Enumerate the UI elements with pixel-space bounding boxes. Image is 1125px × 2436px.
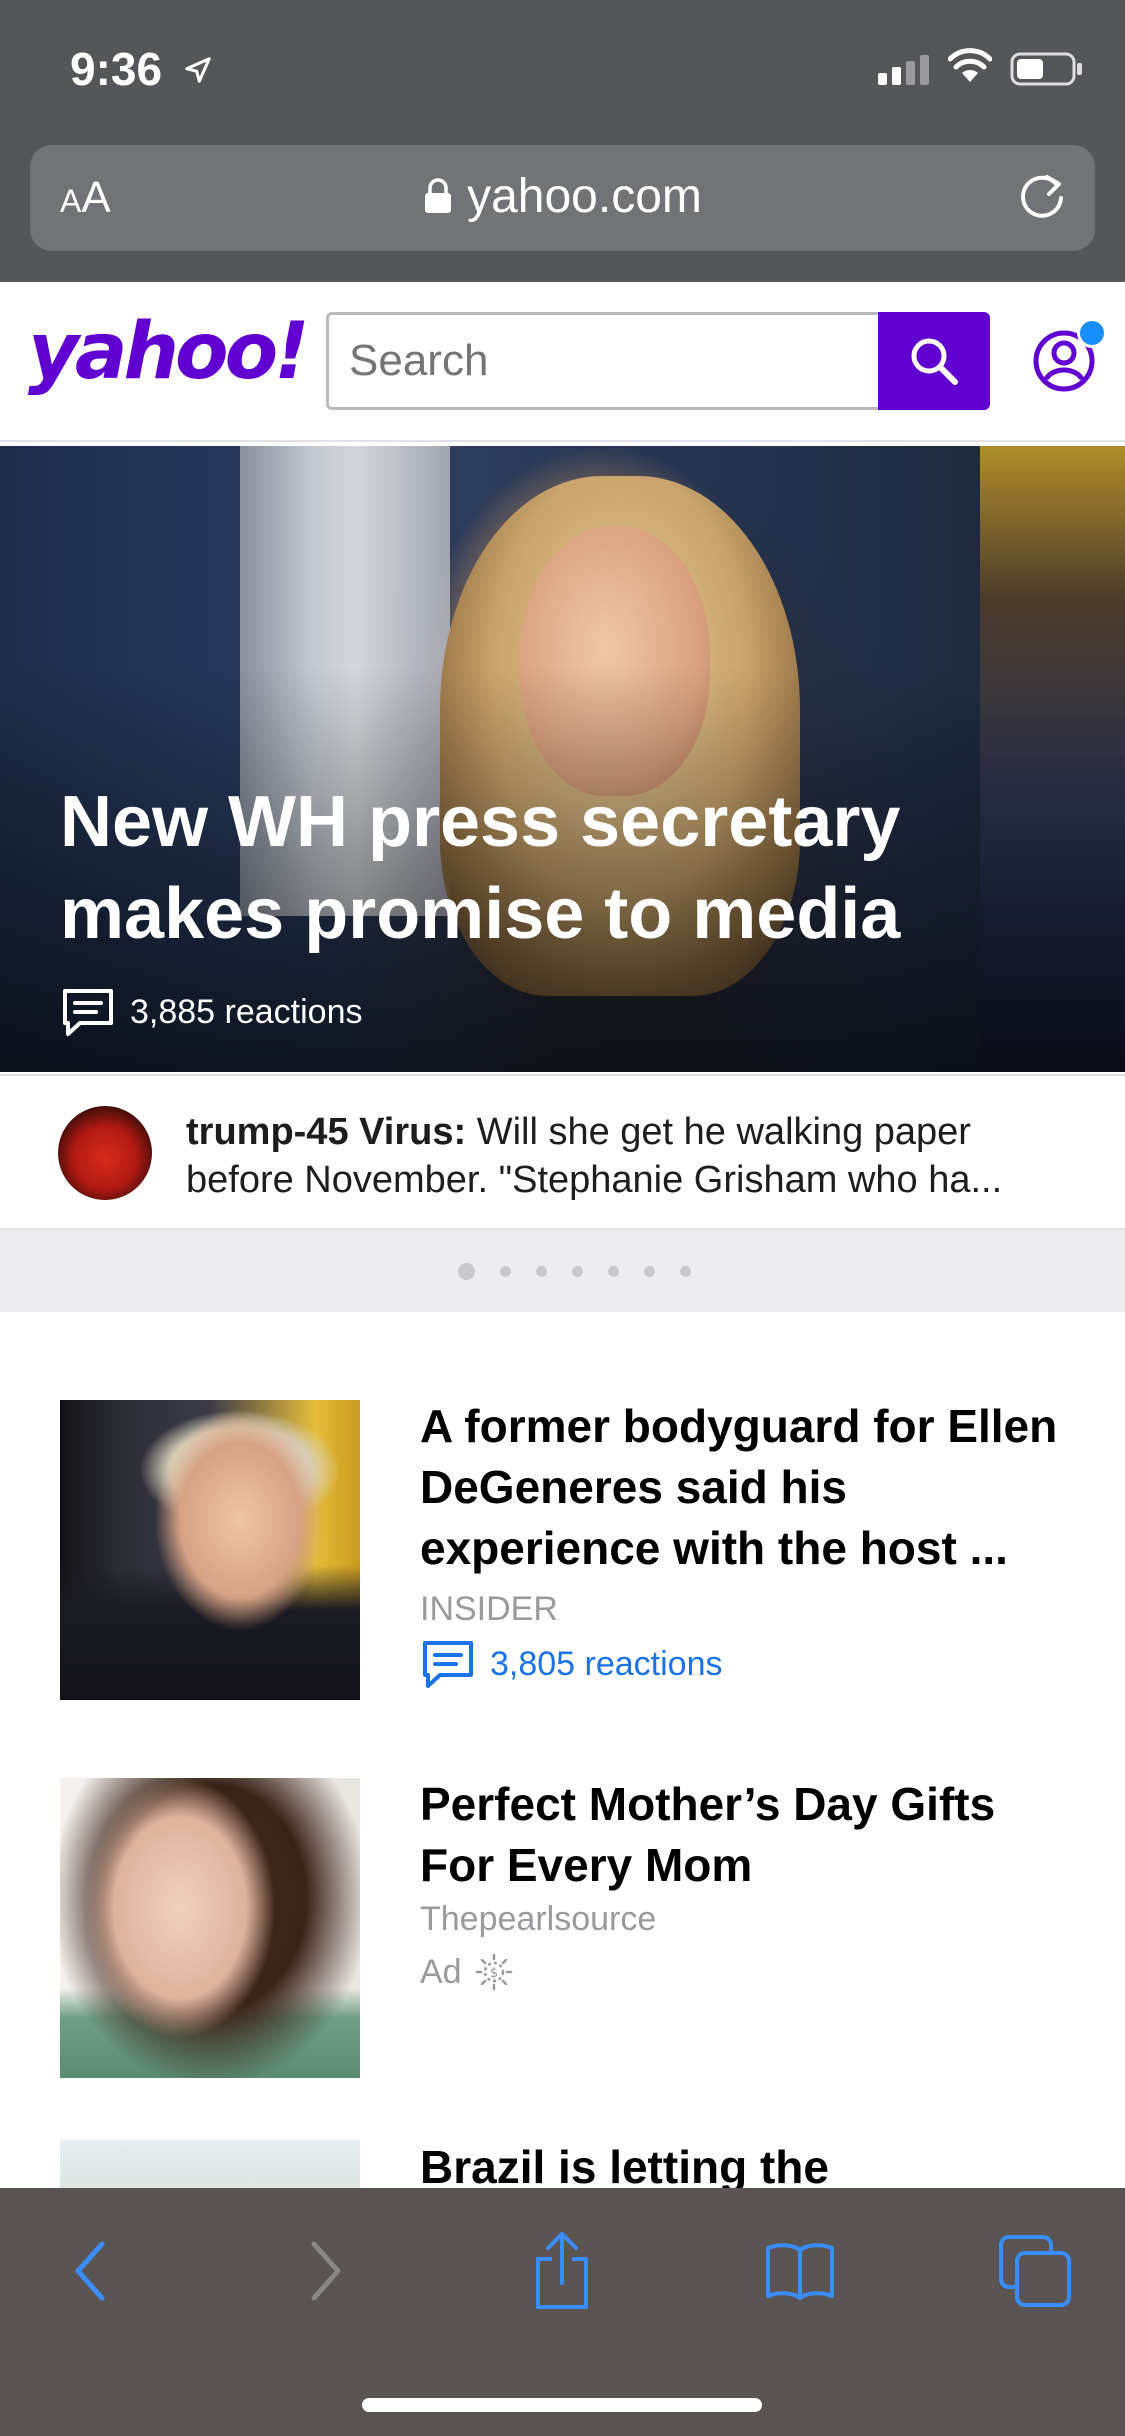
back-icon — [75, 2241, 105, 2301]
carousel-dot[interactable] — [644, 1266, 655, 1277]
yahoo-logo[interactable]: yahoo! — [28, 307, 310, 397]
clock: 9:36 — [70, 43, 163, 95]
ad-label: Ad — [420, 1952, 462, 1991]
notification-badge — [1077, 318, 1107, 348]
forward-icon — [311, 2241, 341, 2301]
carousel-dots — [458, 1263, 716, 1280]
carousel-dot[interactable] — [680, 1266, 691, 1277]
bookmarks-button[interactable] — [755, 2226, 845, 2316]
ad-source: Thepearlsource — [420, 1900, 657, 1938]
status-bar: 9:36 — [0, 0, 1125, 135]
ad-label-row: Ad $ — [420, 1952, 514, 1992]
commenter-avatar — [58, 1106, 152, 1200]
story-item[interactable]: A former bodyguard for Ellen DeGeneres s… — [0, 1400, 1125, 1700]
comment-author: trump-45 Virus: — [186, 1111, 467, 1153]
search-button[interactable] — [878, 312, 990, 410]
ad-item[interactable]: Perfect Mother’s Day Gifts For Every Mom… — [0, 1778, 1125, 2078]
location-arrow-icon — [183, 55, 213, 93]
wifi-icon — [947, 48, 993, 89]
top-comment[interactable]: trump-45 Virus: Will she get he walking … — [0, 1074, 1125, 1230]
hero-reactions[interactable]: 3,885 reactions — [60, 986, 363, 1038]
tabs-icon — [999, 2235, 1071, 2307]
carousel-dot[interactable] — [536, 1266, 547, 1277]
ad-thumbnail[interactable] — [60, 1778, 360, 2078]
hero-image-overlay — [0, 446, 1125, 1072]
carousel-dot[interactable] — [608, 1266, 619, 1277]
url-display[interactable]: yahoo.com — [30, 169, 1095, 227]
story-reactions-count: 3,805 reactions — [490, 1644, 723, 1683]
battery-icon — [1010, 52, 1084, 91]
ad-choices-icon[interactable]: $ — [474, 1952, 514, 1992]
story-reactions[interactable]: 3,805 reactions — [420, 1638, 723, 1690]
share-icon — [536, 2232, 588, 2309]
yahoo-header: yahoo! — [0, 282, 1125, 442]
story-thumbnail[interactable] — [60, 1400, 360, 1700]
status-time: 9:36 — [70, 42, 213, 96]
carousel-dot[interactable] — [458, 1263, 475, 1280]
ad-title[interactable]: Perfect Mother’s Day Gifts For Every Mom — [420, 1774, 1060, 1896]
address-bar[interactable]: AAAA yahoo.com — [30, 145, 1095, 251]
lock-icon — [423, 172, 453, 227]
hero-story[interactable]: New WH press secretary makes promise to … — [0, 446, 1125, 1072]
signal-bars-icon — [878, 55, 938, 85]
home-indicator[interactable] — [362, 2398, 762, 2412]
hero-reactions-count: 3,885 reactions — [130, 992, 363, 1031]
tabs-button[interactable] — [990, 2226, 1080, 2316]
story-source: INSIDER — [420, 1590, 558, 1628]
carousel-indicator — [0, 1230, 1125, 1312]
comment-icon — [63, 989, 113, 1036]
forward-button[interactable] — [280, 2226, 370, 2316]
bookmarks-icon — [766, 2243, 834, 2300]
reload-icon[interactable] — [1013, 167, 1071, 230]
hero-title[interactable]: New WH press secretary makes promise to … — [60, 776, 1020, 960]
search-icon — [911, 338, 958, 385]
comment-text: trump-45 Virus: Will she get he walking … — [186, 1108, 1066, 1204]
search-input[interactable] — [326, 312, 880, 410]
comment-icon — [423, 1641, 473, 1688]
svg-text:$: $ — [489, 1966, 497, 1981]
story-title[interactable]: A former bodyguard for Ellen DeGeneres s… — [420, 1396, 1060, 1579]
share-button[interactable] — [517, 2226, 607, 2316]
browser-bar: AAAA yahoo.com — [0, 135, 1125, 282]
url-domain: yahoo.com — [467, 170, 702, 223]
back-button[interactable] — [46, 2226, 136, 2316]
carousel-dot[interactable] — [572, 1266, 583, 1277]
carousel-dot[interactable] — [500, 1266, 511, 1277]
